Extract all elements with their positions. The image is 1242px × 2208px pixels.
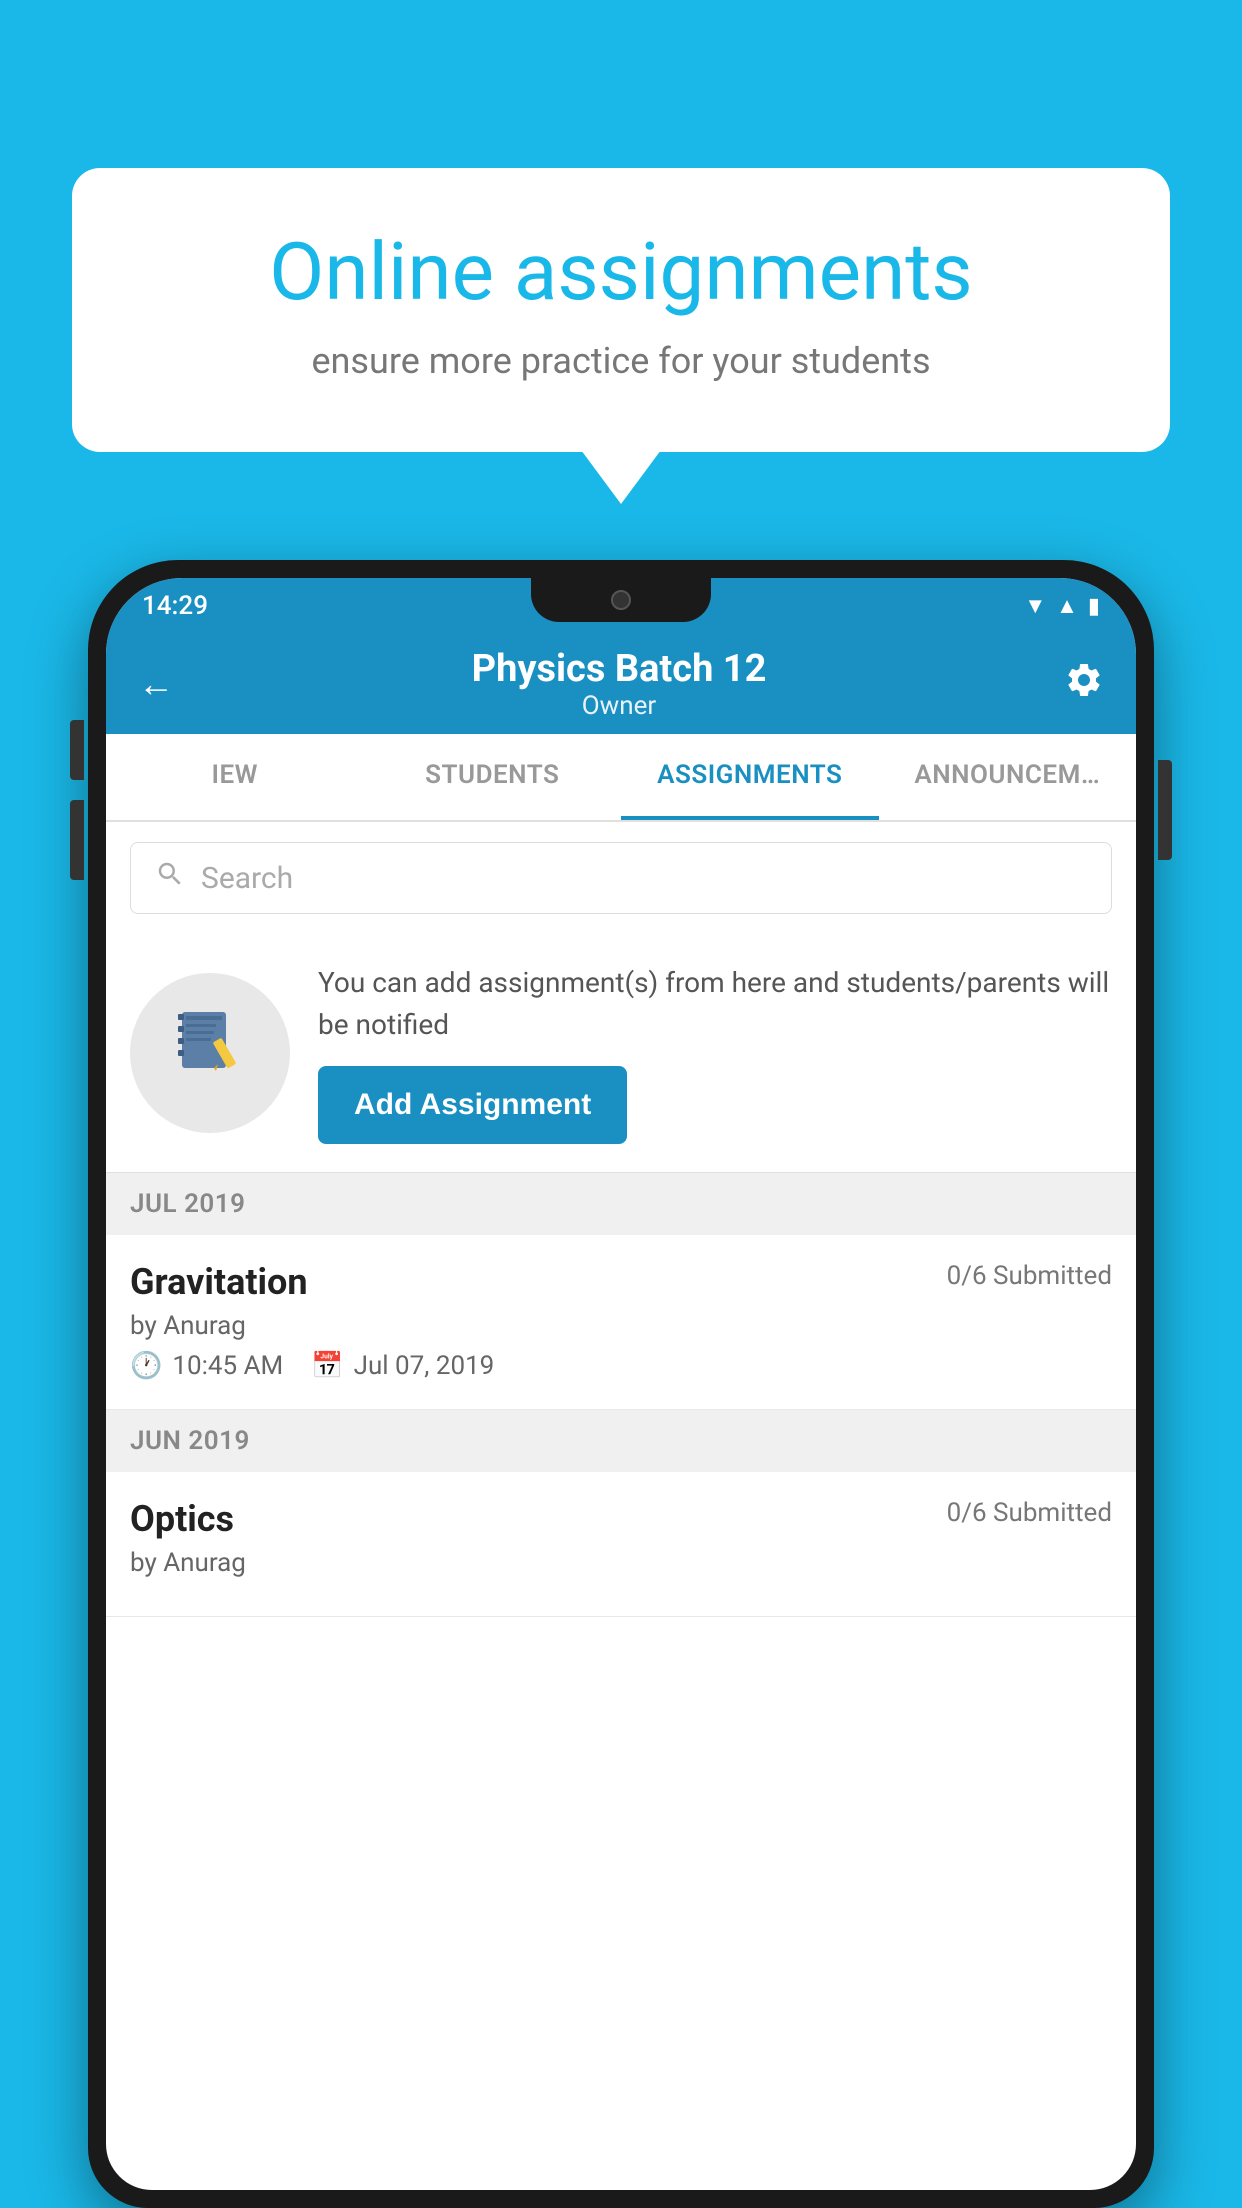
promo-description: You can add assignment(s) from here and … xyxy=(318,962,1112,1046)
front-camera xyxy=(611,590,631,610)
assignment-row-top: Gravitation 0/6 Submitted xyxy=(130,1261,1112,1303)
notebook-icon xyxy=(170,1004,250,1102)
tab-assignments[interactable]: ASSIGNMENTS xyxy=(621,734,879,820)
assignment-row-top-optics: Optics 0/6 Submitted xyxy=(130,1498,1112,1540)
search-icon xyxy=(155,859,185,897)
header-subtitle: Owner xyxy=(472,691,767,721)
assignment-date: 📅 Jul 07, 2019 xyxy=(311,1351,494,1381)
add-assignment-button[interactable]: Add Assignment xyxy=(318,1066,627,1144)
assignment-submitted-optics: 0/6 Submitted xyxy=(947,1498,1112,1528)
section-header-jul: JUL 2019 xyxy=(106,1173,1136,1235)
volume-up-button xyxy=(70,720,84,780)
gear-icon xyxy=(1064,660,1104,700)
search-input-wrap[interactable]: Search xyxy=(130,842,1112,914)
speech-bubble-subtitle: ensure more practice for your students xyxy=(142,340,1100,382)
assignment-item-optics[interactable]: Optics 0/6 Submitted by Anurag xyxy=(106,1472,1136,1617)
app-header: ← Physics Batch 12 Owner xyxy=(106,634,1136,734)
calendar-icon: 📅 xyxy=(311,1351,343,1381)
assignment-item-gravitation[interactable]: Gravitation 0/6 Submitted by Anurag 🕐 10… xyxy=(106,1235,1136,1410)
assignment-title-optics: Optics xyxy=(130,1498,234,1540)
header-title: Physics Batch 12 xyxy=(472,647,767,691)
battery-icon: ▮ xyxy=(1088,594,1100,619)
tab-students[interactable]: STUDENTS xyxy=(364,734,622,820)
assignment-title-gravitation: Gravitation xyxy=(130,1261,308,1303)
search-input[interactable]: Search xyxy=(201,861,293,896)
header-center: Physics Batch 12 Owner xyxy=(472,647,767,721)
back-button[interactable]: ← xyxy=(138,663,174,705)
wifi-icon: ▼ xyxy=(1024,593,1046,619)
assignment-by-gravitation: by Anurag xyxy=(130,1311,1112,1341)
assignment-by-optics: by Anurag xyxy=(130,1548,1112,1578)
tab-iew[interactable]: IEW xyxy=(106,734,364,820)
settings-button[interactable] xyxy=(1064,660,1104,709)
search-bar-container: Search xyxy=(106,822,1136,934)
tab-announcements[interactable]: ANNOUNCEM… xyxy=(879,734,1137,820)
phone-screen: 14:29 ▼ ▲ ▮ ← Physics Batch 12 Owner IEW xyxy=(106,578,1136,2190)
signal-icon: ▲ xyxy=(1056,593,1078,619)
status-icons: ▼ ▲ ▮ xyxy=(1024,593,1100,619)
assignment-time-value: 10:45 AM xyxy=(172,1351,283,1381)
volume-down-button xyxy=(70,800,84,880)
promo-content: You can add assignment(s) from here and … xyxy=(318,962,1112,1144)
section-header-jun: JUN 2019 xyxy=(106,1410,1136,1472)
assignment-meta-gravitation: 🕐 10:45 AM 📅 Jul 07, 2019 xyxy=(130,1351,1112,1381)
assignment-date-value: Jul 07, 2019 xyxy=(354,1351,495,1381)
status-time: 14:29 xyxy=(142,591,208,621)
assignment-submitted-gravitation: 0/6 Submitted xyxy=(947,1261,1112,1291)
power-button xyxy=(1158,760,1172,860)
assignment-time: 🕐 10:45 AM xyxy=(130,1351,283,1381)
promo-icon-circle xyxy=(130,973,290,1133)
tabs: IEW STUDENTS ASSIGNMENTS ANNOUNCEM… xyxy=(106,734,1136,822)
speech-bubble-title: Online assignments xyxy=(142,228,1100,316)
clock-icon: 🕐 xyxy=(130,1351,162,1381)
add-assignment-promo: You can add assignment(s) from here and … xyxy=(106,934,1136,1173)
speech-bubble: Online assignments ensure more practice … xyxy=(72,168,1170,452)
phone-frame: 14:29 ▼ ▲ ▮ ← Physics Batch 12 Owner IEW xyxy=(88,560,1154,2208)
phone-notch xyxy=(531,578,711,622)
